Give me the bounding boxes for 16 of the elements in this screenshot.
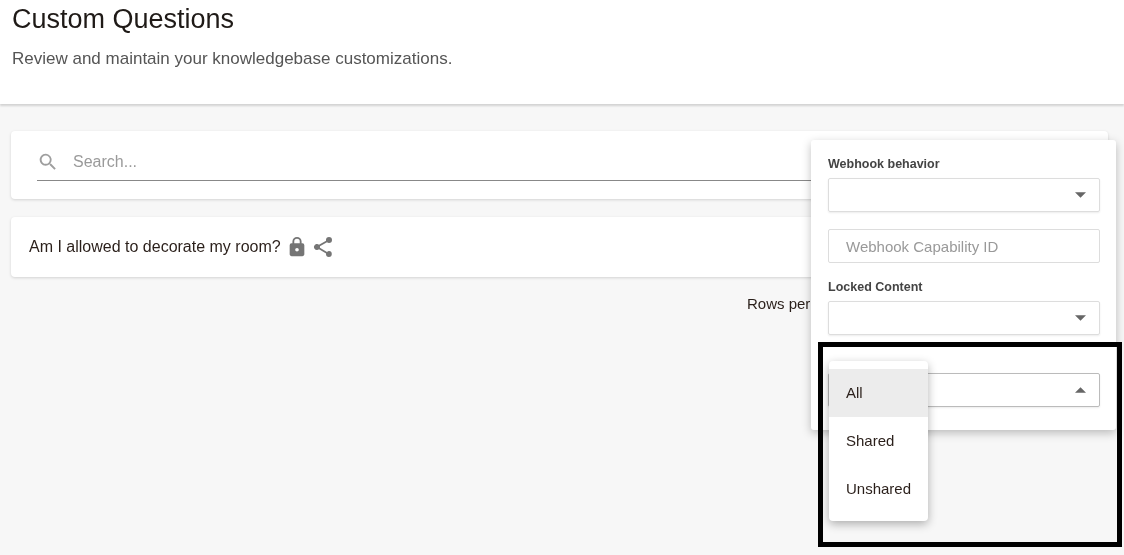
page-subtitle: Review and maintain your knowledgebase customizations. xyxy=(12,49,454,69)
field-label: Locked Content xyxy=(828,280,924,294)
question-text: Am I allowed to decorate my room? xyxy=(29,238,281,256)
menu-option[interactable]: Shared xyxy=(829,417,928,465)
search-icon xyxy=(37,151,59,173)
select-field[interactable] xyxy=(828,178,1100,212)
text-field[interactable]: Webhook Capability ID xyxy=(828,229,1100,263)
page-title: Custom Questions xyxy=(12,3,236,35)
caret-icon xyxy=(1075,192,1086,198)
menu-option[interactable]: All xyxy=(829,369,928,417)
field-label: Webhook behavior xyxy=(828,157,941,171)
caret-icon xyxy=(1075,387,1086,393)
rows-per-page-label: Rows per xyxy=(747,295,811,312)
select-field[interactable] xyxy=(828,301,1100,335)
caret-icon xyxy=(1075,315,1086,321)
menu-option[interactable]: Unshared xyxy=(829,465,928,513)
